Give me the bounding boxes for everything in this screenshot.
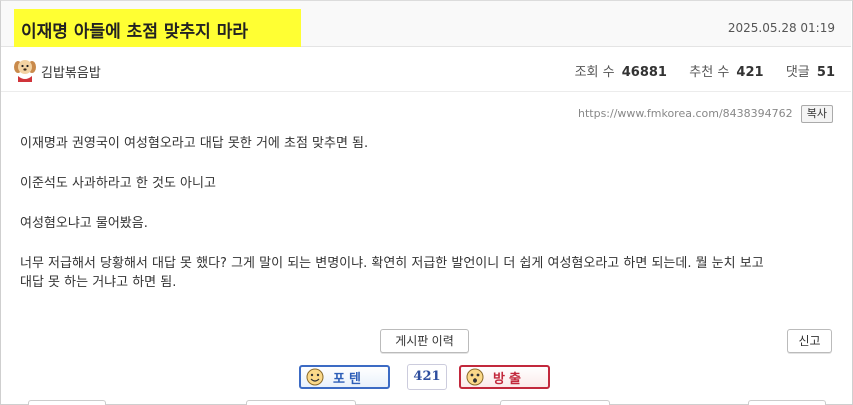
downvote-button[interactable]: 방출 bbox=[459, 365, 550, 389]
shocked-face-icon bbox=[465, 368, 485, 386]
views-count: 46881 bbox=[621, 65, 667, 80]
recommend-count: 421 bbox=[736, 65, 764, 80]
body-paragraph: 이재명과 권영국이 여성혐오라고 대답 못한 거에 초점 맞추면 됨. bbox=[20, 136, 369, 151]
comments-label: 댓글 bbox=[785, 65, 810, 80]
post-date: 2025.05.28 01:19 bbox=[727, 21, 835, 35]
happy-face-icon bbox=[305, 368, 325, 386]
bottom-control-stub[interactable] bbox=[748, 400, 826, 405]
bottom-control-stub[interactable] bbox=[246, 400, 356, 405]
body-paragraph: 여성혐오냐고 물어봤음. bbox=[20, 216, 148, 231]
author-bar: 김밥볶음밥 조회 수 46881 추천 수 421 댓글 51 bbox=[1, 48, 851, 92]
bottom-control-stub[interactable] bbox=[500, 400, 610, 405]
downvote-label: 방출 bbox=[493, 372, 525, 387]
post-url-line: https://www.fmkorea.com/8438394762 복사 bbox=[578, 103, 833, 123]
bottom-control-stub[interactable] bbox=[28, 400, 106, 405]
report-button[interactable]: 신고 bbox=[787, 329, 832, 353]
post-stats: 조회 수 46881 추천 수 421 댓글 51 bbox=[575, 61, 835, 80]
post-header: 이재명 아들에 초점 맞추지 마라 2025.05.28 01:19 bbox=[1, 1, 851, 47]
post-url[interactable]: https://www.fmkorea.com/8438394762 bbox=[578, 107, 793, 120]
puppy-avatar-icon bbox=[13, 56, 37, 82]
copy-url-button[interactable]: 복사 bbox=[800, 104, 833, 123]
post-title: 이재명 아들에 초점 맞추지 마라 bbox=[21, 22, 248, 42]
board-history-button[interactable]: 게시판 이력 bbox=[380, 329, 469, 353]
comments-count[interactable]: 51 bbox=[817, 65, 835, 80]
body-paragraph: 너무 저급해서 당황해서 대답 못 했다? 그게 말이 되는 변명이냐. 확연히… bbox=[20, 256, 764, 271]
body-paragraph: 대답 못 하는 거냐고 하면 됨. bbox=[20, 275, 177, 290]
upvote-button[interactable]: 포텐 bbox=[299, 365, 390, 389]
post-body: 이재명과 권영국이 여성혐오라고 대답 못한 거에 초점 맞추면 됨. 이준석도… bbox=[20, 134, 835, 292]
upvote-label: 포텐 bbox=[333, 372, 365, 387]
author-name[interactable]: 김밥볶음밥 bbox=[41, 62, 101, 81]
recommend-label: 추천 수 bbox=[689, 65, 730, 80]
vote-count: 421 bbox=[407, 364, 447, 390]
body-paragraph: 이준석도 사과하라고 한 것도 아니고 bbox=[20, 176, 216, 191]
views-label: 조회 수 bbox=[574, 65, 615, 80]
